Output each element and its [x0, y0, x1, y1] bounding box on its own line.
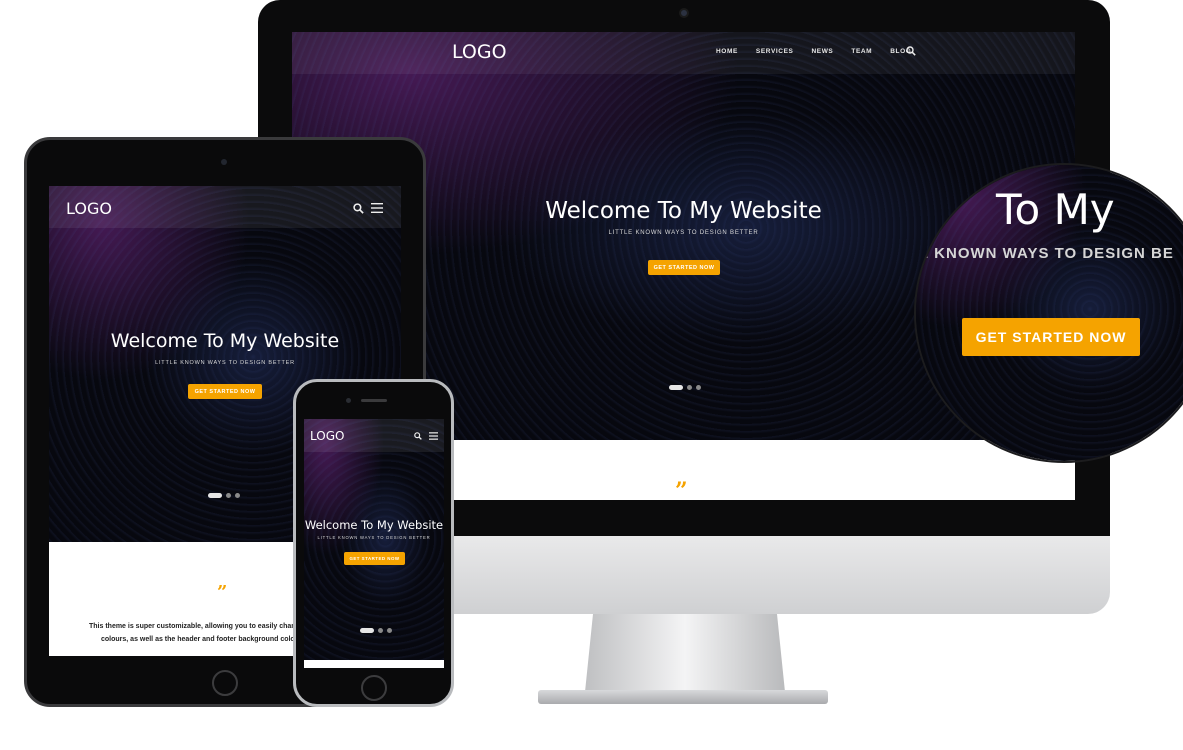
slider-dot-active[interactable] — [208, 493, 222, 498]
slider-dot[interactable] — [235, 493, 240, 498]
magnifier-get-started-button[interactable]: GET STARTED NOW — [962, 318, 1140, 356]
iphone-camera — [346, 398, 351, 403]
ipad-slider-dots — [208, 493, 240, 498]
iphone-slider-dots — [360, 628, 392, 633]
magnifier-subtitle-fragment: E KNOWN WAYS TO DESIGN BE — [918, 245, 1174, 262]
imac-logo[interactable]: LOGO — [452, 41, 507, 63]
slider-dot[interactable] — [387, 628, 392, 633]
nav-item-news[interactable]: NEWS — [811, 48, 833, 55]
slider-dot[interactable] — [226, 493, 231, 498]
slider-dot[interactable] — [378, 628, 383, 633]
nav-item-team[interactable]: TEAM — [851, 48, 872, 55]
ipad-logo[interactable]: LOGO — [66, 199, 112, 218]
search-icon[interactable] — [414, 432, 422, 440]
iphone-get-started-button[interactable]: GET STARTED NOW — [344, 552, 405, 565]
hamburger-menu-icon[interactable] — [371, 203, 383, 213]
zoom-magnifier: To My E KNOWN WAYS TO DESIGN BE GET STAR… — [914, 163, 1183, 463]
slider-dot-active[interactable] — [360, 628, 374, 633]
slider-dot[interactable] — [687, 385, 692, 390]
imac-slider-dots — [669, 385, 701, 390]
imac-camera — [679, 8, 689, 18]
search-icon[interactable] — [353, 203, 364, 214]
search-icon[interactable] — [906, 46, 916, 56]
imac-stand — [585, 614, 785, 692]
nav-item-services[interactable]: SERVICES — [756, 48, 794, 55]
nav-item-home[interactable]: HOME — [716, 48, 738, 55]
ipad-home-button — [212, 670, 238, 696]
iphone-hero-section: LOGO Welcome To My Website LITTLE KNOWN … — [304, 419, 444, 668]
imac-get-started-button[interactable]: GET STARTED NOW — [648, 260, 720, 275]
imac-stand-base — [538, 690, 828, 704]
imac-navbar — [292, 32, 1075, 74]
slider-dot[interactable] — [696, 385, 701, 390]
hamburger-menu-icon[interactable] — [429, 432, 438, 440]
iphone-testimonial-section — [304, 660, 444, 668]
magnifier-title-fragment: To My — [996, 185, 1115, 234]
ipad-camera — [221, 159, 227, 165]
quote-icon: ” — [675, 478, 688, 504]
quote-icon: ” — [217, 582, 228, 603]
slider-dot-active[interactable] — [669, 385, 683, 390]
ipad-hero-title: Welcome To My Website — [110, 330, 340, 352]
ipad-hero-subtitle: LITTLE KNOWN WAYS TO DESIGN BETTER — [155, 360, 295, 366]
iphone-logo[interactable]: LOGO — [310, 429, 344, 443]
iphone-hero-subtitle: LITTLE KNOWN WAYS TO DESIGN BETTER — [317, 535, 431, 540]
iphone-hero-title: Welcome To My Website — [304, 518, 444, 532]
imac-nav-menu: HOME SERVICES NEWS TEAM BLOG — [716, 48, 911, 55]
iphone-home-button — [361, 675, 387, 701]
iphone-speaker — [361, 399, 387, 402]
ipad-get-started-button[interactable]: GET STARTED NOW — [188, 384, 262, 399]
